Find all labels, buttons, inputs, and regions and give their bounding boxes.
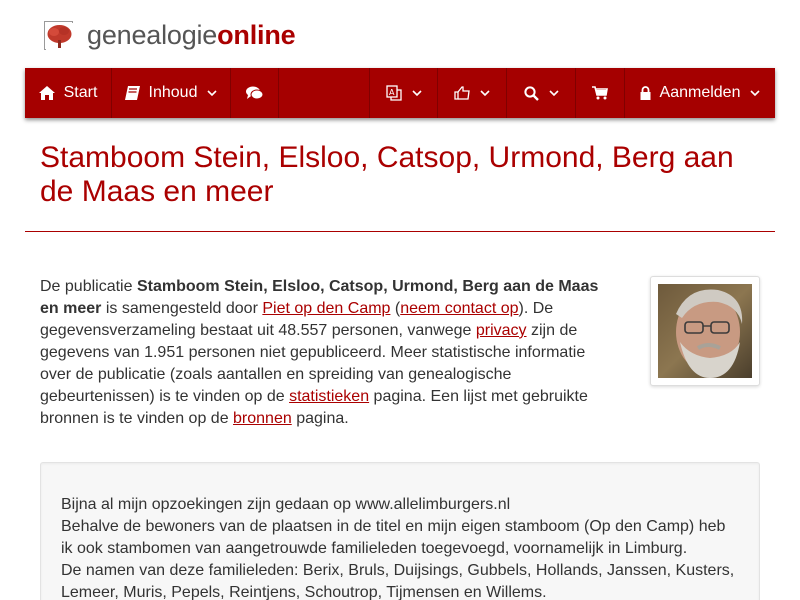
- chevron-down-icon: [207, 89, 218, 97]
- chevron-down-icon: [411, 89, 422, 97]
- title-divider: [25, 231, 775, 232]
- lock-icon: [640, 86, 651, 100]
- nav-start[interactable]: Start: [25, 68, 112, 118]
- tree-icon: [44, 20, 73, 50]
- nav-inhoud-label: Inhoud: [148, 84, 198, 101]
- page-title: Stamboom Stein, Elsloo, Catsop, Urmond, …: [40, 141, 734, 208]
- description-text: Bijna al mijn opzoekingen zijn gedaan op…: [61, 494, 741, 600]
- nav-start-label: Start: [63, 84, 98, 101]
- site-logo[interactable]: genealogieonline: [44, 19, 296, 51]
- description-line: De namen van deze familieleden: Berix, B…: [61, 562, 735, 600]
- nav-translate[interactable]: A: [369, 68, 438, 118]
- nav-chat[interactable]: [231, 68, 279, 118]
- main-navbar: Start Inhoud A Aanmelden: [25, 68, 775, 118]
- author-photo-frame[interactable]: [650, 276, 760, 386]
- chevron-down-icon: [750, 89, 761, 97]
- cart-icon: [592, 86, 608, 100]
- description-panel: Bijna al mijn opzoekingen zijn gedaan op…: [40, 462, 760, 600]
- intro-text: (: [390, 300, 401, 317]
- privacy-link[interactable]: privacy: [476, 322, 527, 339]
- translate-icon: A: [385, 85, 402, 101]
- nav-aanmelden-label: Aanmelden: [659, 84, 741, 101]
- intro-text: is samengesteld door: [101, 300, 263, 317]
- nav-aanmelden[interactable]: Aanmelden: [625, 68, 775, 118]
- chat-icon: [246, 86, 263, 100]
- share-icon: [454, 86, 470, 100]
- author-photo: [658, 284, 752, 378]
- chevron-down-icon: [548, 89, 559, 97]
- intro-text: De publicatie: [40, 278, 137, 295]
- description-line: Bijna al mijn opzoekingen zijn gedaan op…: [61, 496, 511, 513]
- sources-link[interactable]: bronnen: [233, 410, 292, 427]
- contact-link[interactable]: neem contact op: [400, 300, 518, 317]
- author-link[interactable]: Piet op den Camp: [262, 300, 390, 317]
- book-icon: [124, 86, 140, 100]
- nav-search[interactable]: [507, 68, 576, 118]
- publication-intro: De publicatie Stamboom Stein, Elsloo, Ca…: [40, 276, 610, 430]
- statistics-link[interactable]: statistieken: [289, 388, 369, 405]
- nav-inhoud[interactable]: Inhoud: [112, 68, 231, 118]
- description-line: Behalve de bewoners van de plaatsen in d…: [61, 518, 726, 557]
- logo-text: genealogieonline: [87, 19, 296, 51]
- search-icon: [523, 85, 539, 101]
- nav-share[interactable]: [438, 68, 507, 118]
- logo-text-online: online: [217, 19, 296, 50]
- logo-text-genealogie: genealogie: [87, 19, 218, 50]
- intro-text: pagina.: [291, 410, 349, 427]
- home-icon: [38, 86, 55, 100]
- svg-text:A: A: [389, 88, 395, 97]
- chevron-down-icon: [480, 89, 490, 97]
- nav-cart[interactable]: [576, 68, 625, 118]
